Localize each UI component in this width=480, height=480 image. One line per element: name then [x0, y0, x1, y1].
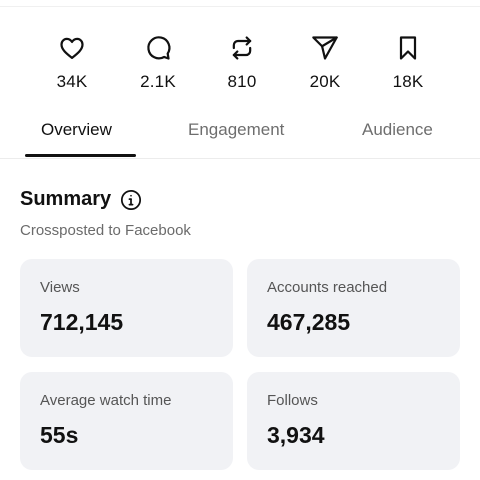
tab-audience[interactable]: Audience [362, 120, 433, 140]
likes-count: 34K [56, 72, 88, 91]
saves-count: 18K [392, 72, 424, 91]
accounts-reached-card: Accounts reached 467,285 [247, 259, 460, 357]
heart-icon [58, 34, 86, 62]
bookmark-icon [394, 34, 422, 62]
views-value: 712,145 [40, 309, 124, 335]
comment-icon [144, 34, 172, 62]
views-card: Views 712,145 [20, 259, 233, 357]
saves-stat[interactable]: 18K [373, 34, 443, 92]
views-label: Views [40, 279, 80, 296]
tab-overview[interactable]: Overview [41, 120, 112, 140]
accounts-reached-label: Accounts reached [267, 279, 388, 296]
summary-title: Summary [20, 188, 112, 210]
accounts-reached-value: 467,285 [267, 309, 351, 335]
share-icon [311, 34, 339, 62]
follows-card: Follows 3,934 [247, 372, 460, 470]
follows-value: 3,934 [267, 422, 325, 448]
comments-stat[interactable]: 2.1K [123, 34, 193, 92]
crosspost-subtitle: Crossposted to Facebook [20, 222, 191, 239]
follows-label: Follows [267, 392, 318, 409]
comments-count: 2.1K [140, 72, 176, 91]
top-divider [0, 6, 480, 7]
repost-icon [228, 34, 256, 62]
shares-stat[interactable]: 20K [290, 34, 360, 92]
tab-engagement[interactable]: Engagement [188, 120, 284, 140]
shares-count: 20K [309, 72, 341, 91]
average-watch-time-card: Average watch time 55s [20, 372, 233, 470]
active-tab-indicator [25, 154, 136, 157]
average-watch-time-label: Average watch time [40, 392, 172, 409]
average-watch-time-value: 55s [40, 422, 79, 448]
info-icon[interactable] [120, 189, 142, 211]
likes-stat[interactable]: 34K [37, 34, 107, 92]
engagement-stats-row: 34K 2.1K 810 20K 18K [0, 34, 480, 98]
reposts-stat[interactable]: 810 [207, 34, 277, 92]
reposts-count: 810 [227, 72, 257, 91]
insights-tabs: Overview Engagement Audience [0, 110, 480, 159]
